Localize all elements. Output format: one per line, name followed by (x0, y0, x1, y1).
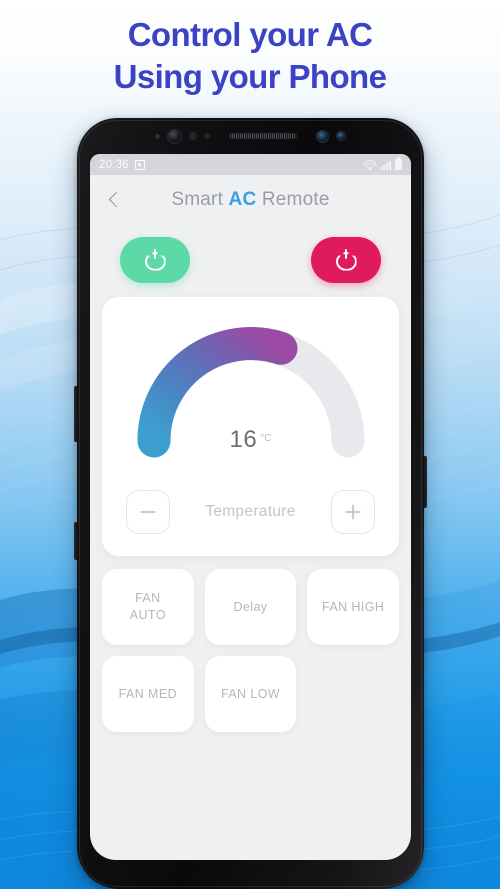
chevron-left-icon[interactable] (104, 189, 126, 211)
battery-icon (395, 159, 402, 170)
power-on-button[interactable] (120, 237, 190, 283)
proximity-sensor-icon (189, 132, 197, 140)
headline-line-2: Using your Phone (113, 58, 387, 96)
sim-card-icon (134, 159, 145, 170)
mode-fan-high[interactable]: FAN HIGH (307, 569, 399, 645)
mode-fan-med[interactable]: FAN MED (102, 656, 194, 732)
temperature-label: Temperature (205, 503, 296, 520)
mode-fan-low[interactable]: FAN LOW (204, 656, 297, 732)
page-title-part2: Remote (256, 188, 330, 210)
power-icon (335, 248, 357, 271)
earpiece-speaker-icon (229, 133, 297, 139)
fan-mode-grid: FAN AUTO Delay FAN HIGH FAN MED FAN LOW (90, 556, 411, 732)
mode-delay[interactable]: Delay (204, 569, 297, 645)
status-clock: 20:36 (99, 158, 129, 171)
page-title-accent: AC (228, 188, 257, 210)
indicator-led-icon (155, 133, 160, 139)
temperature-controls: Temperature (102, 484, 399, 556)
temperature-unit: °C (260, 432, 272, 444)
power-off-button[interactable] (311, 237, 381, 283)
temperature-card: 16 °C Temperature (102, 297, 399, 556)
power-icon (144, 248, 166, 271)
power-button-row (90, 224, 411, 283)
phone-power-button[interactable] (74, 522, 78, 560)
temperature-increase-button[interactable] (330, 490, 375, 534)
front-camera-icon (316, 129, 329, 143)
temperature-gauge[interactable]: 16 °C (102, 309, 399, 484)
cellular-signal-icon (380, 160, 391, 170)
temperature-value: 16 (229, 426, 258, 453)
wifi-icon (363, 159, 376, 170)
phone-screen: 20:36 Smart AC Remote 16 °C Temperature … (90, 154, 411, 860)
temperature-decrease-button[interactable] (126, 490, 170, 534)
mode-fan-auto[interactable]: FAN AUTO (102, 569, 194, 645)
phone-top-bezel (77, 118, 424, 154)
light-sensor-icon (204, 133, 210, 139)
promo-headline: Control your AC Using your Phone (0, 0, 500, 98)
page-title-part1: Smart (171, 188, 229, 210)
iris-scanner-icon (167, 128, 182, 144)
headline-line-1: Control your AC (127, 16, 373, 53)
temperature-readout: 16 °C (102, 426, 399, 454)
phone-volume-button[interactable] (74, 386, 78, 442)
mode-slot-empty (307, 656, 399, 732)
secondary-camera-icon (336, 131, 346, 141)
page-title: Smart AC Remote (90, 189, 411, 211)
phone-side-button-right[interactable] (423, 456, 427, 508)
app-bar: Smart AC Remote (90, 175, 411, 224)
status-bar: 20:36 (90, 154, 411, 175)
phone-mockup: 20:36 Smart AC Remote 16 °C Temperature … (74, 118, 427, 889)
